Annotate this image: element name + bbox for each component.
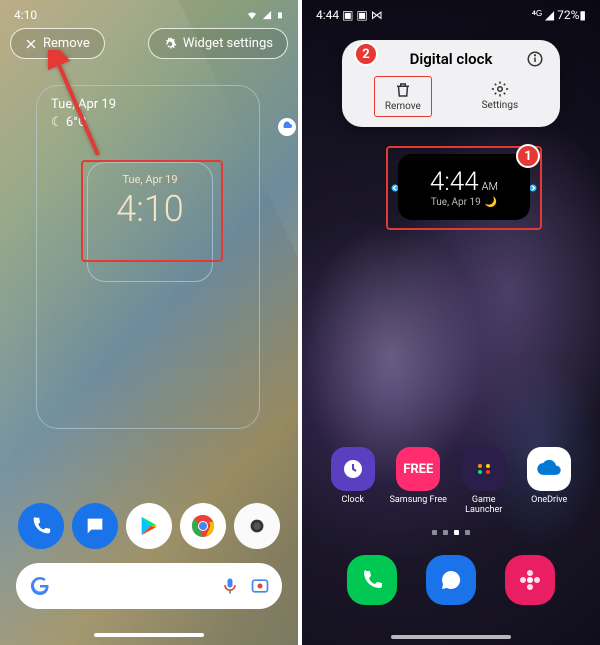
app-label: Clock (342, 495, 364, 505)
battery-icon (276, 9, 284, 21)
google-icon (28, 574, 52, 598)
game-launcher-app[interactable]: Game Launcher (454, 447, 514, 515)
app-label: OneDrive (531, 495, 567, 505)
messages-icon (84, 515, 106, 537)
status-time: 4:10 (14, 8, 37, 22)
popup-remove-button[interactable]: Remove (374, 76, 432, 117)
phone-app[interactable] (347, 555, 397, 605)
phone-icon (360, 568, 384, 592)
popup-settings-label: Settings (482, 100, 519, 111)
phone-app[interactable] (18, 503, 64, 549)
popup-settings-button[interactable]: Settings (472, 76, 529, 117)
digital-clock-widget[interactable]: 1 4:44AM Tue, Apr 19 🌙 (390, 150, 538, 226)
moon-icon: 🌙 (485, 197, 497, 208)
status-icons (246, 9, 284, 21)
wifi-icon (246, 9, 258, 21)
close-icon (25, 38, 37, 50)
annotation-highlight (81, 160, 223, 262)
trash-icon (394, 81, 412, 99)
gear-icon (491, 80, 509, 98)
widget-edit-actions: Remove Widget settings (0, 28, 298, 59)
clock-date: Tue, Apr 19 🌙 (431, 197, 497, 208)
clock-icon (341, 457, 365, 481)
annotation-badge-2: 2 (354, 42, 378, 66)
chrome-app[interactable] (180, 503, 226, 549)
camera-app[interactable] (234, 503, 280, 549)
weather-icon (281, 121, 293, 133)
chrome-icon (191, 514, 215, 538)
game-icon (472, 457, 496, 481)
mic-icon[interactable] (220, 576, 240, 596)
app-label: Game Launcher (454, 495, 514, 515)
cloud-icon (535, 455, 563, 483)
annotation-arrow (48, 50, 108, 164)
clock-face: 4:44AM Tue, Apr 19 🌙 (398, 154, 530, 220)
gallery-app[interactable] (505, 555, 555, 605)
lens-icon[interactable] (250, 576, 270, 596)
messages-app[interactable] (426, 555, 476, 605)
dock (0, 503, 298, 549)
weather-chip[interactable] (278, 118, 296, 136)
gear-icon (163, 37, 177, 51)
status-right: ⁴ᴳ ◢ 72%▮ (532, 8, 586, 22)
clock-widget[interactable]: Tue, Apr 19 4:10 (87, 162, 217, 272)
status-bar: 4:44 ▣ ▣ ⋈ ⁴ᴳ ◢ 72%▮ (302, 4, 600, 26)
page-indicator[interactable] (432, 530, 470, 535)
signal-icon (262, 9, 272, 21)
clock-time: 4:44AM (430, 167, 498, 197)
flower-icon (518, 568, 542, 592)
annotation-badge-1: 1 (516, 144, 540, 168)
widget-settings-button[interactable]: Widget settings (148, 28, 288, 59)
samsung-free-app[interactable]: FREE Samsung Free (388, 447, 448, 515)
clock-app[interactable]: Clock (323, 447, 383, 515)
pixel-homescreen: 4:10 Remove Widget settings Tue, Apr 19 … (0, 0, 298, 645)
onedrive-app[interactable]: OneDrive (519, 447, 579, 515)
play-store-app[interactable] (126, 503, 172, 549)
status-left: 4:44 ▣ ▣ ⋈ (316, 8, 383, 22)
app-row: Clock FREE Samsung Free Game Launcher On… (302, 447, 600, 515)
popup-title: Digital clock (354, 50, 548, 68)
widget-settings-label: Widget settings (183, 36, 273, 51)
popup-remove-label: Remove (385, 101, 421, 112)
status-bar: 4:10 (0, 4, 298, 26)
camera-icon (246, 515, 268, 537)
chat-icon (439, 568, 463, 592)
messages-app[interactable] (72, 503, 118, 549)
dock (302, 555, 600, 605)
nav-handle[interactable] (94, 633, 204, 637)
remove-label: Remove (43, 36, 90, 51)
samsung-homescreen: 4:44 ▣ ▣ ⋈ ⁴ᴳ ◢ 72%▮ 2 Digital clock Rem… (302, 0, 600, 645)
search-bar[interactable] (16, 563, 282, 609)
phone-icon (30, 515, 52, 537)
app-label: Samsung Free (390, 495, 447, 505)
play-icon (138, 515, 160, 537)
nav-handle[interactable] (391, 635, 511, 639)
info-icon[interactable] (526, 50, 544, 68)
